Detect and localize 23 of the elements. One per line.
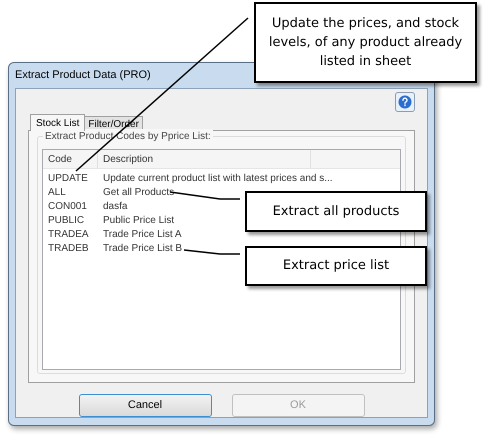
code-cell[interactable]: PUBLIC xyxy=(43,212,98,228)
description-cell[interactable]: Get all Products xyxy=(98,184,180,200)
code-cell[interactable]: TRADEA xyxy=(43,226,98,242)
column-header[interactable]: Description xyxy=(98,150,311,168)
code-cell[interactable]: TRADEB xyxy=(43,240,98,256)
code-cell[interactable]: CON001 xyxy=(43,198,98,214)
description-cell[interactable]: Trade Price List B xyxy=(98,240,188,256)
code-cell[interactable]: ALL xyxy=(43,184,98,200)
description-cell[interactable]: Public Price List xyxy=(98,212,180,228)
help-icon xyxy=(398,95,412,109)
description-cell[interactable]: dasfa xyxy=(98,198,132,214)
callout-box: Extract price list xyxy=(245,246,427,286)
description-cell[interactable]: Update current product list with latest prices and s... xyxy=(98,170,338,186)
description-cell[interactable]: Trade Price List A xyxy=(98,226,187,242)
callout-box: Extract all products xyxy=(245,191,427,232)
column-header[interactable]: Code xyxy=(43,150,98,168)
leader-line xyxy=(184,249,240,255)
callout-box: Update the prices, and stock levels, of any product already listed in sheet xyxy=(254,2,477,83)
help-button[interactable] xyxy=(395,92,415,112)
code-cell[interactable]: UPDATE xyxy=(43,170,98,186)
tab[interactable]: Stock List xyxy=(30,114,86,131)
dialog-button[interactable]: Cancel xyxy=(78,394,212,417)
window-title: Extract Product Data (PRO) xyxy=(15,68,151,84)
